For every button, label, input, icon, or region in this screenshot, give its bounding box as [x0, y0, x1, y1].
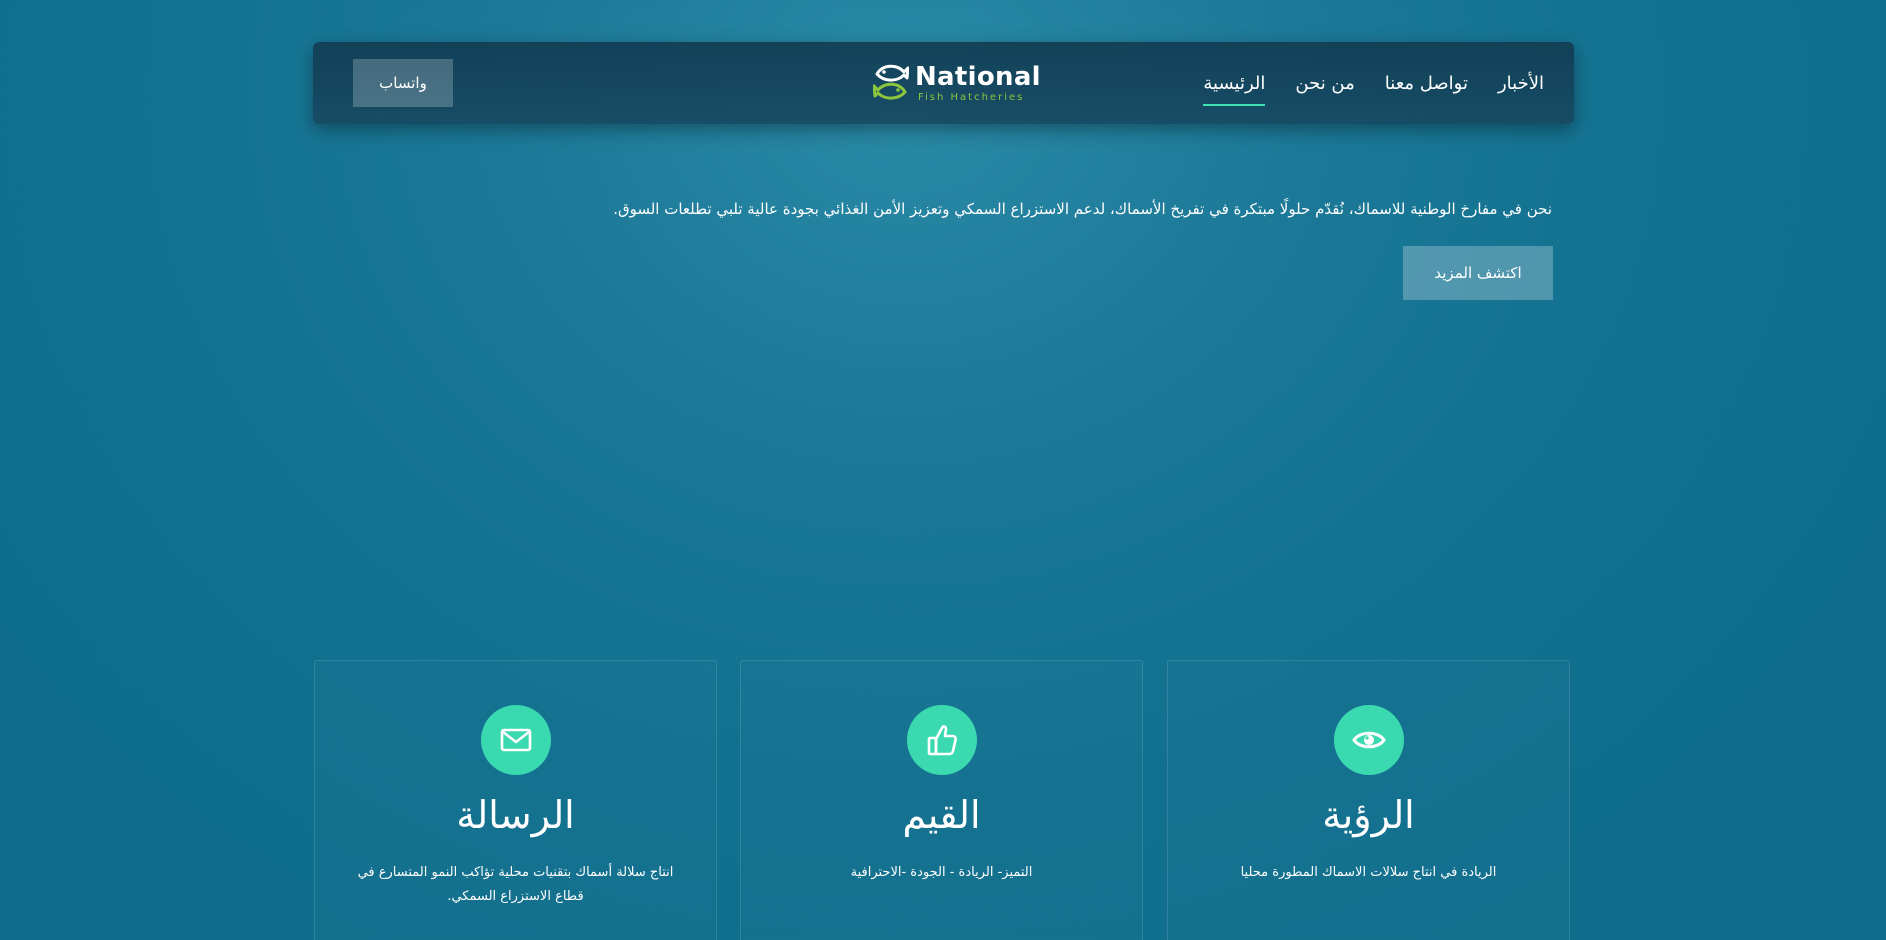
card-icon-circle: [906, 705, 977, 775]
eye-icon: [1351, 731, 1386, 749]
card-mission: الرسالة انتاج سلالة أسماك بتقنيات محلية …: [314, 660, 717, 940]
card-title: الرسالة: [456, 793, 575, 837]
logo-title: National: [915, 61, 1041, 92]
envelope-icon: [500, 728, 531, 752]
nav-link-contact[interactable]: تواصل معنا: [1385, 67, 1468, 100]
fish-logo-icon: [873, 64, 909, 100]
whatsapp-button[interactable]: واتساب: [353, 59, 453, 107]
card-description: الريادة في انتاج سلالات الاسماك المطورة …: [1240, 865, 1497, 880]
nav-links: الرئيسية من نحن تواصل معنا الأخبار: [1203, 42, 1544, 124]
card-title: الرؤية: [1322, 793, 1415, 837]
card-vision: الرؤية الريادة في انتاج سلالات الاسماك ا…: [1167, 660, 1570, 940]
card-icon-circle: [480, 705, 551, 775]
card-title: القيم: [902, 793, 981, 837]
card-values: القيم التميز- الريادة - الجودة -الاحتراف…: [740, 660, 1143, 940]
nav-link-news[interactable]: الأخبار: [1498, 67, 1544, 100]
card-description: انتاج سلالة أسماك بتقنيات محلية تؤاكب ال…: [357, 865, 674, 904]
logo-subtitle: Fish Hatcheries: [918, 91, 1025, 103]
card-icon-circle: [1333, 705, 1404, 775]
navbar: الرئيسية من نحن تواصل معنا الأخبار Natio…: [313, 42, 1574, 124]
nav-link-home[interactable]: الرئيسية: [1203, 67, 1266, 106]
hero-text: نحن في مفارخ الوطنية للاسماك، نُقدّم حلو…: [613, 200, 1552, 218]
thumbs-up-icon: [927, 725, 957, 756]
card-description: التميز- الريادة - الجودة -الاحترافية: [850, 865, 1033, 880]
nav-link-about[interactable]: من نحن: [1295, 67, 1354, 100]
logo-text: National Fish Hatcheries: [915, 64, 1041, 103]
discover-more-button[interactable]: اكتشف المزيد: [1403, 246, 1553, 300]
page: الرئيسية من نحن تواصل معنا الأخبار Natio…: [0, 0, 1886, 940]
logo[interactable]: National Fish Hatcheries: [873, 60, 1041, 106]
